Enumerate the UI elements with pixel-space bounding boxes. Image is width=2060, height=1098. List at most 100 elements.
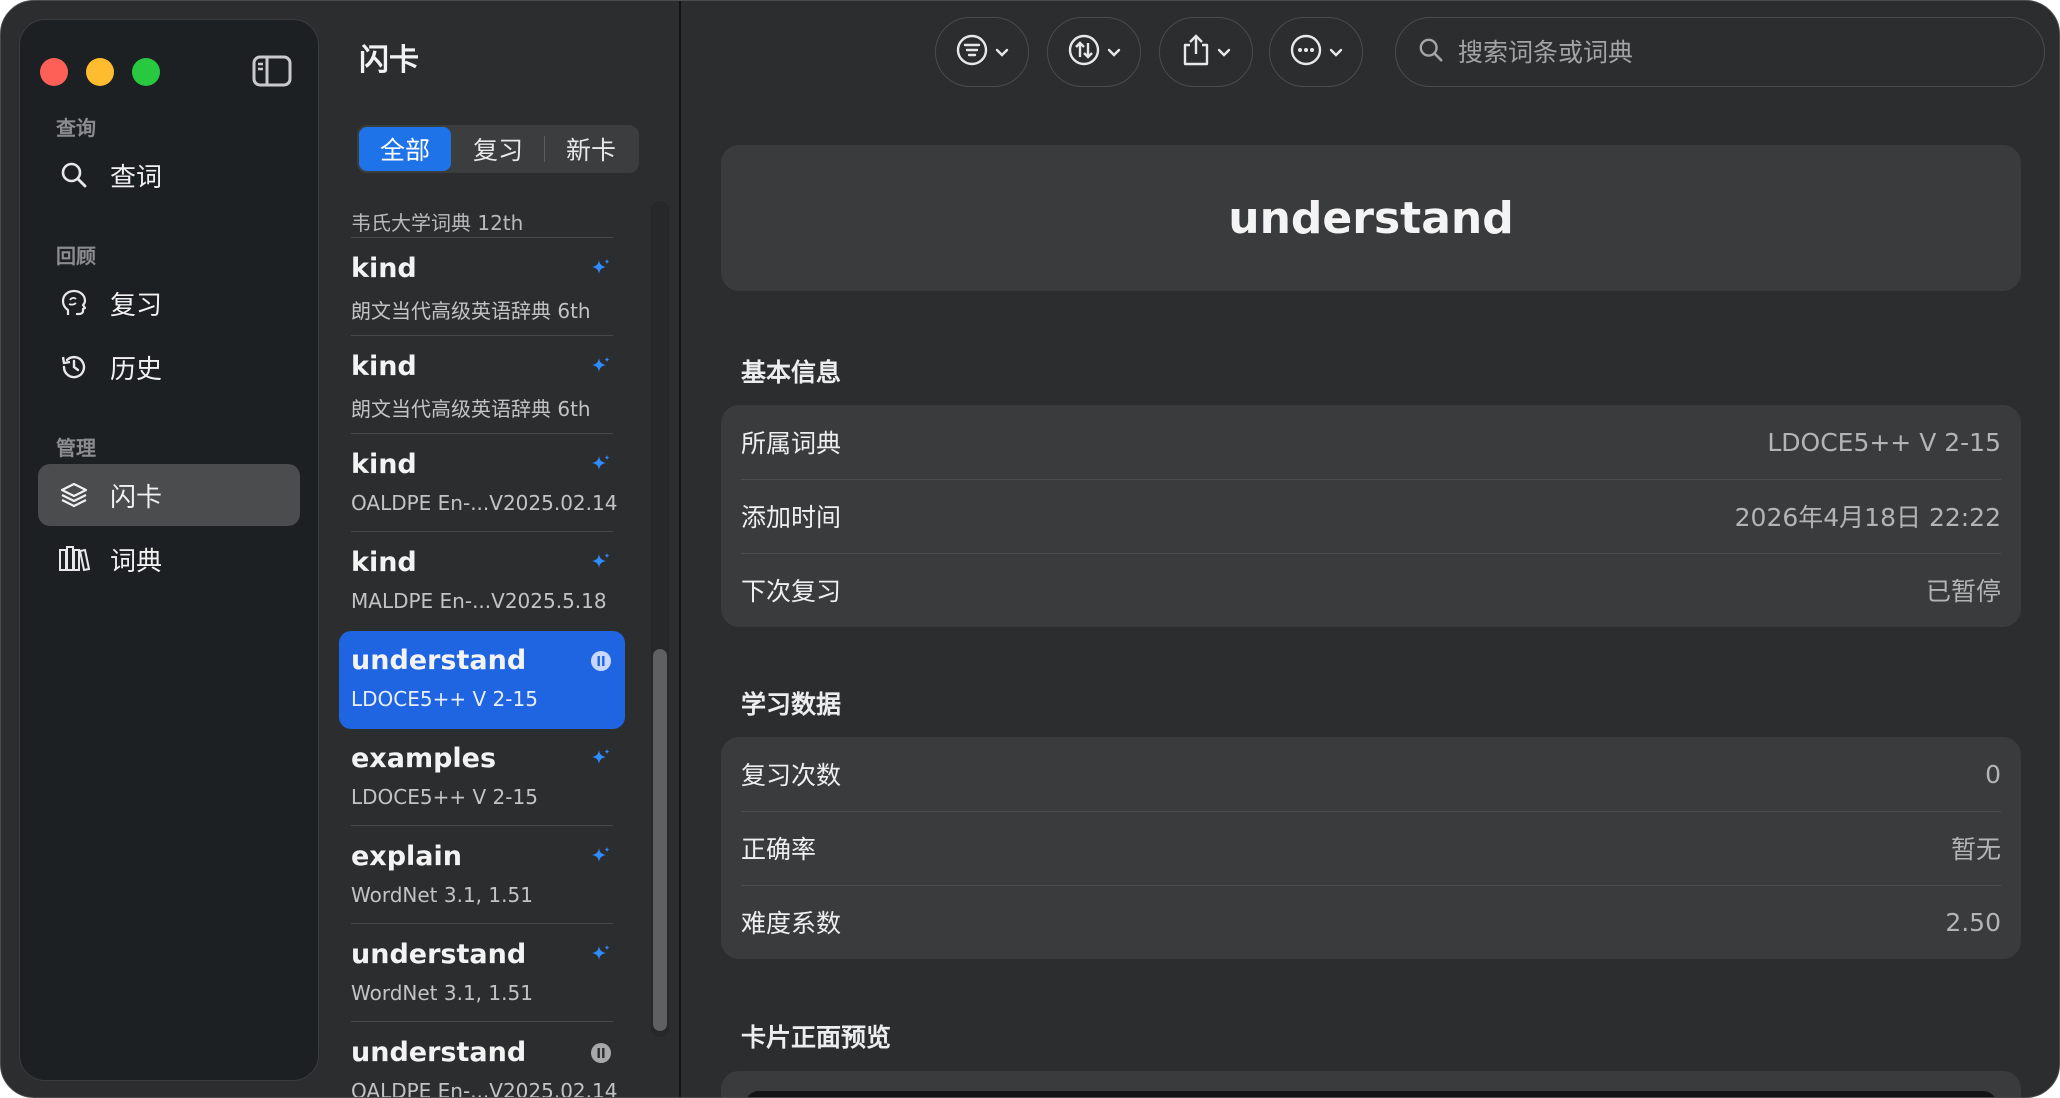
sidebar-item-dictionaries[interactable]: 词典 — [38, 528, 300, 590]
sparkle-icon — [589, 453, 613, 477]
sparkle-icon — [589, 355, 613, 379]
sidebar: 查询 查词 回顾 复习 历史 管理 闪卡 词典 — [19, 19, 319, 1081]
list-item-flashcard[interactable]: understand OALDPE En-...V2025.02.14 — [339, 1023, 625, 1098]
info-row-next-review: 下次复习 已暂停 — [721, 553, 2021, 627]
row-divider — [351, 923, 613, 924]
sidebar-item-label: 闪卡 — [110, 482, 163, 513]
basic-info-heading: 基本信息 — [741, 358, 842, 387]
info-row-accuracy: 正确率 暂无 — [721, 811, 2021, 885]
close-window-button[interactable] — [40, 58, 68, 86]
row-divider — [351, 1021, 613, 1022]
section-label-manage: 管理 — [56, 436, 96, 460]
sparkle-icon — [589, 257, 613, 281]
card-dictionary: 朗文当代高级英语辞典 6th — [351, 397, 591, 421]
sidebar-item-label: 词典 — [110, 546, 163, 577]
list-scrollbar-thumb[interactable] — [653, 649, 667, 1031]
row-divider — [351, 825, 613, 826]
info-value: 2026年4月18日 22:22 — [1734, 503, 2001, 532]
card-word: kind — [351, 449, 417, 480]
search-icon — [58, 159, 90, 191]
card-dictionary: LDOCE5++ V 2-15 — [351, 687, 538, 711]
sidebar-toggle-icon[interactable] — [252, 54, 292, 88]
pause-icon — [589, 649, 613, 673]
card-dictionary: WordNet 3.1, 1.51 — [351, 883, 533, 907]
list-item-flashcard[interactable]: explain WordNet 3.1, 1.51 — [339, 827, 625, 925]
study-data-group: 复习次数 0 正确率 暂无 难度系数 2.50 — [721, 737, 2021, 959]
page-title: 闪卡 — [359, 43, 419, 78]
sidebar-item-lookup[interactable]: 查词 — [38, 144, 300, 206]
history-clock-icon — [58, 351, 90, 383]
list-item-dict-label: 韦氏大学词典 12th — [351, 211, 524, 235]
sidebar-item-label: 复习 — [110, 290, 163, 321]
card-detail-pane: understand 基本信息 所属词典 LDOCE5++ V 2-15 添加时… — [721, 1, 2021, 1097]
card-front-preview-heading: 卡片正面预览 — [741, 1023, 892, 1052]
info-value: 已暂停 — [1925, 577, 2001, 606]
info-key: 下次复习 — [741, 577, 842, 606]
pause-icon — [589, 1041, 613, 1065]
sidebar-item-label: 历史 — [110, 354, 163, 385]
info-row-review-count: 复习次数 0 — [721, 737, 2021, 811]
list-item-flashcard[interactable]: kind 朗文当代高级英语辞典 6th — [339, 239, 625, 337]
study-data-heading: 学习数据 — [741, 690, 842, 719]
brain-head-icon — [58, 287, 90, 319]
sparkle-icon — [589, 551, 613, 575]
card-word: understand — [351, 1037, 527, 1068]
stack-layers-icon — [58, 479, 90, 511]
word-header-card: understand — [721, 145, 2021, 291]
basic-info-group: 所属词典 LDOCE5++ V 2-15 添加时间 2026年4月18日 22:… — [721, 405, 2021, 627]
sidebar-item-review[interactable]: 复习 — [38, 272, 300, 334]
card-dictionary: 朗文当代高级英语辞典 6th — [351, 299, 591, 323]
section-label-review: 回顾 — [56, 244, 96, 268]
card-dictionary: OALDPE En-...V2025.02.14 — [351, 1079, 618, 1098]
books-icon — [58, 543, 90, 575]
sparkle-icon — [589, 943, 613, 967]
info-value: 暂无 — [1950, 835, 2001, 864]
info-key: 添加时间 — [741, 503, 842, 532]
segment-all[interactable]: 全部 — [359, 127, 451, 171]
info-value: 0 — [1985, 759, 2001, 789]
card-word: kind — [351, 547, 417, 578]
filter-segmented-control: 全部 复习 新卡 — [357, 125, 639, 173]
sparkle-icon — [589, 747, 613, 771]
row-divider — [351, 433, 613, 434]
info-value: LDOCE5++ V 2-15 — [1767, 427, 2001, 457]
card-front-preview-surface — [745, 1091, 1997, 1097]
card-word: understand — [351, 645, 527, 676]
card-word: kind — [351, 351, 417, 382]
list-item-flashcard[interactable]: understand LDOCE5++ V 2-15 — [339, 631, 625, 729]
minimize-window-button[interactable] — [86, 58, 114, 86]
card-word: kind — [351, 253, 417, 284]
card-dictionary: WordNet 3.1, 1.51 — [351, 981, 533, 1005]
card-dictionary: OALDPE En-...V2025.02.14 — [351, 491, 618, 515]
segment-new[interactable]: 新卡 — [545, 127, 637, 171]
row-divider — [351, 531, 613, 532]
list-item-flashcard[interactable]: kind OALDPE En-...V2025.02.14 — [339, 435, 625, 533]
card-dictionary: LDOCE5++ V 2-15 — [351, 785, 538, 809]
pane-divider[interactable] — [679, 1, 681, 1097]
info-value: 2.50 — [1945, 907, 2001, 937]
card-word: examples — [351, 743, 497, 774]
flashcard-list[interactable]: 韦氏大学词典 12th kind 朗文当代高级英语辞典 6th kind 朗文当代高级… — [321, 197, 679, 1098]
card-word: understand — [351, 939, 527, 970]
card-word: explain — [351, 841, 463, 872]
card-front-preview — [721, 1071, 2021, 1097]
flashcard-list-pane: 闪卡 全部 复习 新卡 韦氏大学词典 12th kind 朗文当代高级英语辞典 6… — [321, 1, 679, 1098]
info-row-added-time: 添加时间 2026年4月18日 22:22 — [721, 479, 2021, 553]
list-item-flashcard[interactable]: understand WordNet 3.1, 1.51 — [339, 925, 625, 1023]
info-key: 所属词典 — [741, 429, 842, 458]
row-divider — [351, 335, 613, 336]
sidebar-item-flashcards[interactable]: 闪卡 — [38, 464, 300, 526]
list-item-flashcard[interactable]: kind 朗文当代高级英语辞典 6th — [339, 337, 625, 435]
detail-word-title: understand — [1228, 192, 1514, 244]
info-key: 复习次数 — [741, 761, 842, 790]
list-item-flashcard[interactable]: kind MALDPE En-...V2025.5.18 — [339, 533, 625, 631]
info-row-dictionary: 所属词典 LDOCE5++ V 2-15 — [721, 405, 2021, 479]
section-label-query: 查询 — [56, 116, 96, 140]
segment-review[interactable]: 复习 — [452, 127, 544, 171]
sidebar-item-history[interactable]: 历史 — [38, 336, 300, 398]
info-row-difficulty: 难度系数 2.50 — [721, 885, 2021, 959]
zoom-window-button[interactable] — [132, 58, 160, 86]
card-dictionary: MALDPE En-...V2025.5.18 — [351, 589, 607, 613]
app-window: 查询 查词 回顾 复习 历史 管理 闪卡 词典 闪卡 全部 复习 新卡 韦氏大学… — [0, 0, 2060, 1098]
list-item-flashcard[interactable]: examples LDOCE5++ V 2-15 — [339, 729, 625, 827]
